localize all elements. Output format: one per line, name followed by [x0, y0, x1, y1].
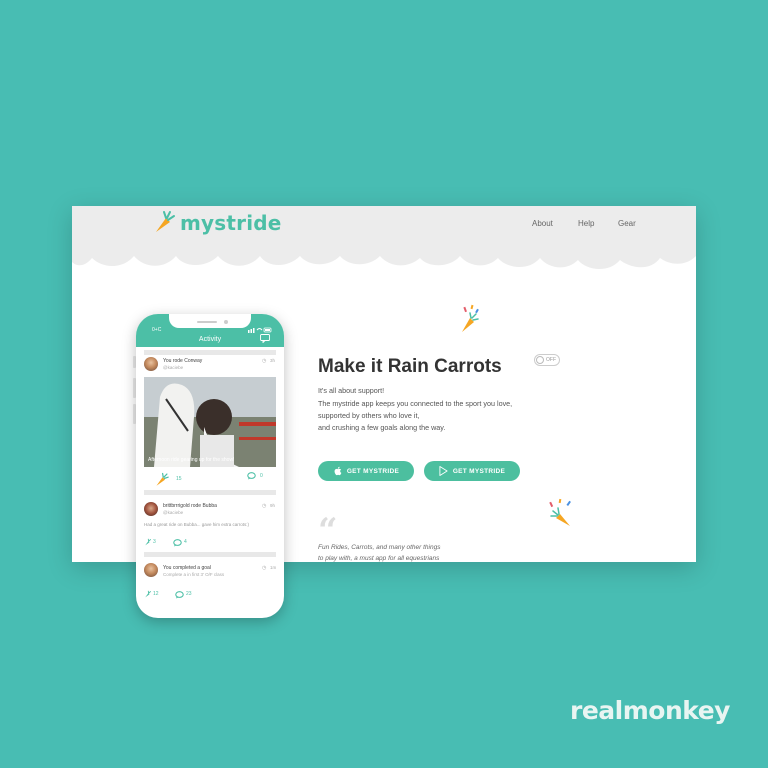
feed-item-time: 3h [270, 358, 276, 363]
horse-rider-photo [144, 377, 276, 467]
phone-notch [169, 314, 251, 328]
carrot-confetti-icon [462, 304, 479, 332]
carrot-icon [156, 211, 175, 232]
off-toggle[interactable]: OFF [534, 354, 560, 366]
feed-item-title: You rode Conway [163, 358, 203, 364]
apple-icon [334, 466, 342, 476]
feed-item-title: brittbrrrigold rode Bubba [163, 503, 217, 509]
nav-gear[interactable]: Gear [618, 219, 636, 228]
clock-icon: ◷ [262, 565, 267, 571]
feed-item-subtitle: @kaciebe [163, 365, 184, 370]
feed-item-title: You completed a goal [163, 565, 211, 571]
play-store-button-label: GET MYSTRIDE [452, 467, 506, 475]
app-header: 0+C Activity [136, 314, 284, 347]
play-store-button[interactable]: GET MYSTRIDE [424, 461, 520, 481]
app-store-button-label: GET MYSTRIDE [346, 467, 400, 475]
quote-line: to play with, a must app for all equestr… [318, 555, 440, 562]
app-store-button[interactable]: GET MYSTRIDE [318, 461, 414, 481]
comment-count: 4 [184, 539, 187, 545]
avatar[interactable] [144, 563, 158, 577]
comment-icon[interactable] [173, 539, 182, 547]
feed-item-subtitle: Complete a in first 3' O/F class [163, 572, 225, 577]
phone-mockup: 0+C Activity You rode Conway @kaciebe ◷ … [136, 314, 284, 618]
comment-count: 23 [186, 591, 192, 597]
feed-separator [144, 350, 276, 355]
comment-icon[interactable] [247, 472, 256, 480]
clock-icon: ◷ [262, 503, 267, 509]
hero-desc-line: and crushing a few goals along the way. [318, 423, 446, 432]
feed-separator [144, 552, 276, 557]
play-store-icon [439, 466, 448, 476]
photo-caption: Afternoon ride gearing up for the show! [148, 457, 235, 463]
feed-item-time: 1m [270, 565, 277, 570]
carrot-icon[interactable] [154, 471, 170, 487]
feed-item-subtitle: @kaciebe [163, 510, 184, 515]
quote-line: Fun Rides, Carrots, and many other thing… [318, 544, 441, 551]
toggle-label: OFF [546, 357, 556, 363]
clock-icon: ◷ [262, 358, 267, 364]
toggle-knob [536, 356, 544, 364]
feed-photo[interactable]: Afternoon ride gearing up for the show! [144, 377, 276, 467]
avatar[interactable] [144, 502, 158, 516]
realmonkey-watermark: realmonkey [570, 696, 730, 725]
quote-mark: “ [318, 511, 338, 551]
feed-item-time: 9h [270, 503, 276, 508]
hero-desc-line: supported by others who love it, [318, 411, 420, 420]
carrot-count: 15 [176, 476, 182, 482]
avatar[interactable] [144, 357, 158, 371]
logo-text: mystride [180, 211, 282, 235]
status-time: 0+C [152, 327, 162, 333]
carrot-confetti-icon [549, 498, 571, 526]
hero-desc-line: It's all about support! [318, 386, 385, 395]
hero-desc-line: The mystride app keeps you connected to … [318, 399, 513, 408]
hero-title: Make it Rain Carrots [318, 356, 502, 377]
wifi-icon [248, 327, 272, 333]
carrot-icon[interactable] [144, 590, 152, 598]
comment-icon[interactable] [175, 591, 184, 599]
carrot-count: 3 [153, 539, 156, 545]
feed-item-body: Had a great ride on Bubba... gave him ex… [144, 522, 250, 527]
nav-about[interactable]: About [532, 219, 553, 228]
feed-separator [144, 490, 276, 495]
brand-logo[interactable]: mystride [150, 210, 282, 236]
comment-count: 0 [260, 473, 263, 479]
nav-help[interactable]: Help [578, 219, 594, 228]
carrot-icon[interactable] [144, 538, 152, 546]
message-icon[interactable] [260, 334, 270, 343]
carrot-count: 12 [153, 591, 159, 597]
